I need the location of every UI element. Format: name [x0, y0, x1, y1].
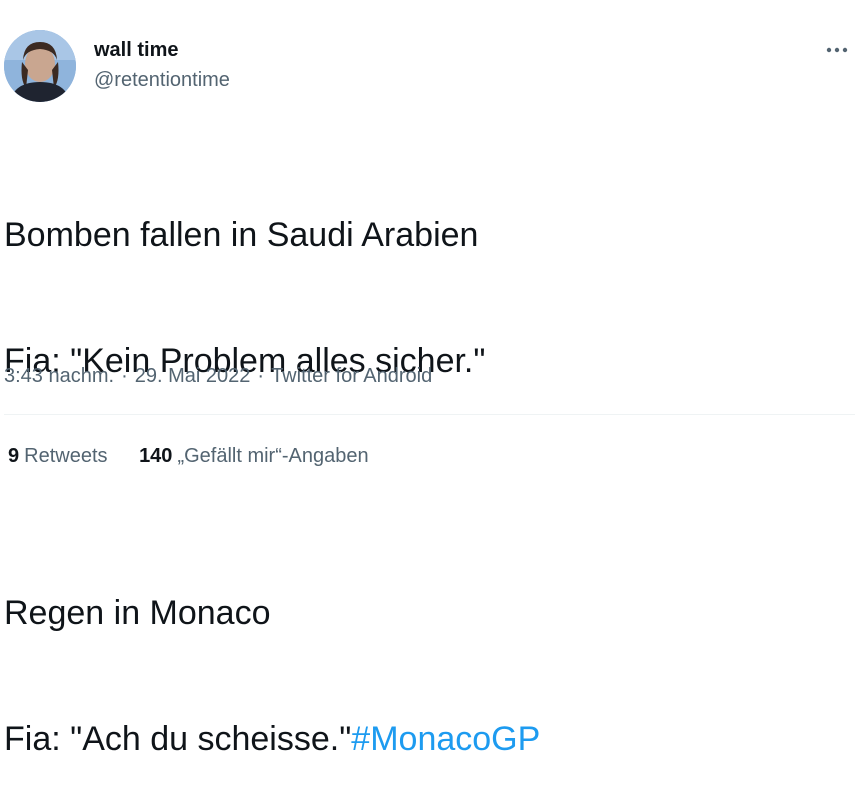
tweet-line-text: Fia: "Ach du scheisse." — [4, 720, 352, 758]
meta-separator: · — [121, 365, 128, 387]
avatar-photo — [4, 30, 76, 102]
retweets-label: Retweets — [24, 445, 108, 467]
hashtag-link[interactable]: #MonacoGP — [351, 720, 540, 758]
author-handle[interactable]: @retentiontime — [94, 69, 230, 92]
likes-stat[interactable]: 140 „Gefällt mir“-Angaben — [139, 445, 369, 468]
meta-separator: · — [257, 365, 265, 387]
likes-label: „Gefällt mir“-Angaben — [177, 445, 369, 467]
more-options-button[interactable] — [820, 36, 852, 64]
tweet-time[interactable]: 3:43 nachm. — [4, 365, 114, 387]
divider — [4, 414, 855, 415]
tweet-line: Regen in Monaco — [4, 594, 271, 632]
tweet-stats: 9 Retweets 140 „Gefällt mir“-Angaben — [8, 445, 369, 468]
tweet-line-last: Fia: "Ach du scheisse."#MonacoGP — [4, 718, 849, 760]
tweet-line: Bomben fallen in Saudi Arabien — [4, 216, 479, 254]
retweets-stat[interactable]: 9 Retweets — [8, 445, 108, 468]
avatar[interactable] — [4, 30, 76, 102]
tweet-source[interactable]: Twitter for Android — [271, 365, 432, 387]
more-horizontal-icon — [826, 47, 848, 53]
tweet-meta: 3:43 nachm. · 29. Mai 2022 · Twitter for And… — [4, 365, 432, 388]
author-display-name[interactable]: wall time — [94, 39, 178, 62]
retweets-count: 9 — [8, 445, 20, 467]
likes-count: 140 — [139, 445, 173, 467]
tweet-line — [4, 466, 849, 508]
tweet-date[interactable]: 29. Mai 2022 — [135, 365, 251, 387]
